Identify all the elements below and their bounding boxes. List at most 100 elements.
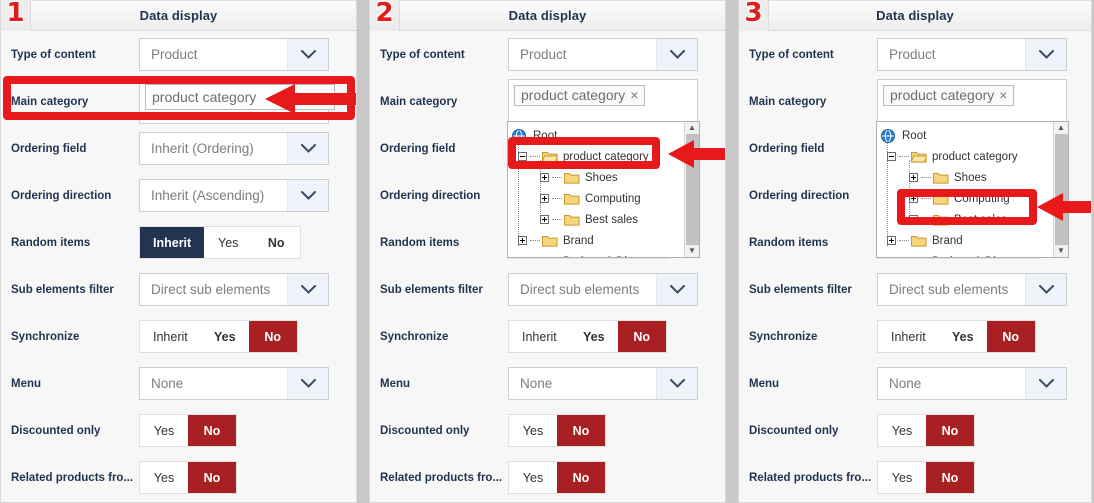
category-tree-popup-3[interactable]: Root product category Shoes Computing Be… [876,121,1069,258]
label-random-items-3: Random items [749,236,829,249]
toggle-option-no[interactable]: No [986,321,1035,352]
toggle-option-no[interactable]: No [926,462,974,493]
toggle-option-yes[interactable]: Yes [938,321,987,352]
chevron-down-icon[interactable] [287,133,328,164]
tree-scrollbar-3[interactable]: ▲ ▼ [1053,122,1068,257]
scrollbar-thumb[interactable] [685,134,699,245]
select-type-of-content-3[interactable]: Product [877,38,1067,71]
chevron-down-icon[interactable] [287,39,328,70]
globe-icon [881,128,898,143]
tag-chip-product-category-2[interactable]: product category × [514,85,646,106]
tree-node-computing[interactable]: Computing [512,188,684,209]
folder-icon [933,213,950,226]
expand-plus-icon[interactable] [887,236,896,245]
expand-plus-icon[interactable] [909,194,918,203]
tree-node-best-sales[interactable]: Best sales [512,209,684,230]
close-icon[interactable]: × [630,87,638,103]
toggle-option-inherit[interactable]: Inherit [878,321,939,352]
chevron-down-icon[interactable] [287,180,328,211]
select-sub-elements-filter-3[interactable]: Direct sub elements [877,273,1067,306]
toggle-option-no[interactable]: No [252,227,301,258]
toggle-option-yes[interactable]: Yes [878,415,926,446]
scroll-down-arrow-icon[interactable]: ▼ [1057,247,1065,255]
tree-node-brand[interactable]: Brand [512,230,684,251]
globe-icon [512,128,529,143]
toggle-option-no[interactable]: No [188,462,236,493]
chevron-down-icon[interactable] [287,274,328,305]
select-menu-3[interactable]: None [877,367,1067,400]
select-menu-1[interactable]: None [139,367,329,400]
expand-plus-icon[interactable] [540,215,549,224]
main-category-tagbox-3[interactable]: product category × [877,79,1067,124]
collapse-minus-icon[interactable] [887,152,896,161]
toggle-option-yes[interactable]: Yes [140,462,188,493]
scrollbar-thumb[interactable] [1054,134,1068,245]
tree-node-shoes[interactable]: Shoes [881,167,1053,188]
toggle-option-yes[interactable]: Yes [204,227,253,258]
toggle-option-no[interactable]: No [557,462,605,493]
row-related-products-1: Related products fro... Yes No [11,454,346,501]
toggle-option-inherit[interactable]: Inherit [140,227,205,258]
collapse-minus-icon[interactable] [518,152,527,161]
toggle-discounted-only-1: Yes No [139,414,237,447]
tag-chip-product-category-3[interactable]: product category × [883,85,1015,106]
select-sub-elements-filter-2[interactable]: Direct sub elements [508,273,698,306]
chevron-down-icon[interactable] [656,368,697,399]
chevron-down-icon[interactable] [656,274,697,305]
toggle-option-yes[interactable]: Yes [509,462,557,493]
toggle-option-no[interactable]: No [248,321,297,352]
select-ordering-direction-1[interactable]: Inherit (Ascending) [139,179,329,212]
scroll-up-arrow-icon[interactable]: ▲ [1057,124,1065,132]
tree-node-badges-discounts[interactable]: Badges & Discounts [512,251,684,258]
tree-node-computing[interactable]: Computing [881,188,1053,209]
category-tree-popup-2[interactable]: Root product category Shoes Computing Be… [507,121,700,258]
chevron-down-icon[interactable] [1025,39,1066,70]
expand-plus-icon[interactable] [518,236,527,245]
toggle-option-no[interactable]: No [557,415,605,446]
select-ordering-field-1[interactable]: Inherit (Ordering) [139,132,329,165]
toggle-option-inherit[interactable]: Inherit [140,321,201,352]
select-type-of-content-1[interactable]: Product [139,38,329,71]
tree-node-label: Shoes [954,171,987,184]
tree-node-root[interactable]: Root [881,125,1053,146]
toggle-option-no[interactable]: No [617,321,666,352]
close-icon[interactable]: × [999,87,1007,103]
select-type-of-content-2[interactable]: Product [508,38,698,71]
tree-node-product-category[interactable]: product category [512,146,684,167]
chevron-down-icon[interactable] [1025,368,1066,399]
scroll-down-arrow-icon[interactable]: ▼ [688,247,696,255]
chevron-down-icon[interactable] [656,39,697,70]
main-category-input-1[interactable]: product category [145,84,335,110]
toggle-option-no[interactable]: No [188,415,236,446]
label-random-items-2: Random items [380,236,460,249]
tree-node-root-label: Root [902,129,927,142]
toggle-option-inherit[interactable]: Inherit [509,321,570,352]
tree-node-shoes[interactable]: Shoes [512,167,684,188]
select-menu-2[interactable]: None [508,367,698,400]
tree-node-product-category[interactable]: product category [881,146,1053,167]
expand-plus-icon[interactable] [909,215,918,224]
toggle-option-yes[interactable]: Yes [569,321,618,352]
toggle-option-yes[interactable]: Yes [140,415,188,446]
chevron-down-icon[interactable] [287,368,328,399]
tree-node-brand[interactable]: Brand [881,230,1053,251]
tree-node-best-sales[interactable]: Best sales [881,209,1053,230]
toggle-option-yes[interactable]: Yes [509,415,557,446]
toggle-option-no[interactable]: No [926,415,974,446]
row-main-category-1: Main category product category [11,78,346,125]
toggle-option-yes[interactable]: Yes [878,462,926,493]
expand-plus-icon[interactable] [909,173,918,182]
tree-scrollbar-2[interactable]: ▲ ▼ [684,122,699,257]
tree-node-badges-discounts[interactable]: Badges & Discounts [881,251,1053,258]
expand-plus-icon[interactable] [540,194,549,203]
panel-1-header: Data display [1,0,356,31]
select-sub-elements-filter-1[interactable]: Direct sub elements [139,273,329,306]
main-category-field-1[interactable]: product category [139,79,335,124]
scroll-up-arrow-icon[interactable]: ▲ [688,124,696,132]
toggle-option-yes[interactable]: Yes [200,321,249,352]
tree-node-root[interactable]: Root [512,125,684,146]
expand-plus-icon[interactable] [540,173,549,182]
main-category-tagbox-2[interactable]: product category × [508,79,698,124]
folder-icon [542,234,559,247]
chevron-down-icon[interactable] [1025,274,1066,305]
